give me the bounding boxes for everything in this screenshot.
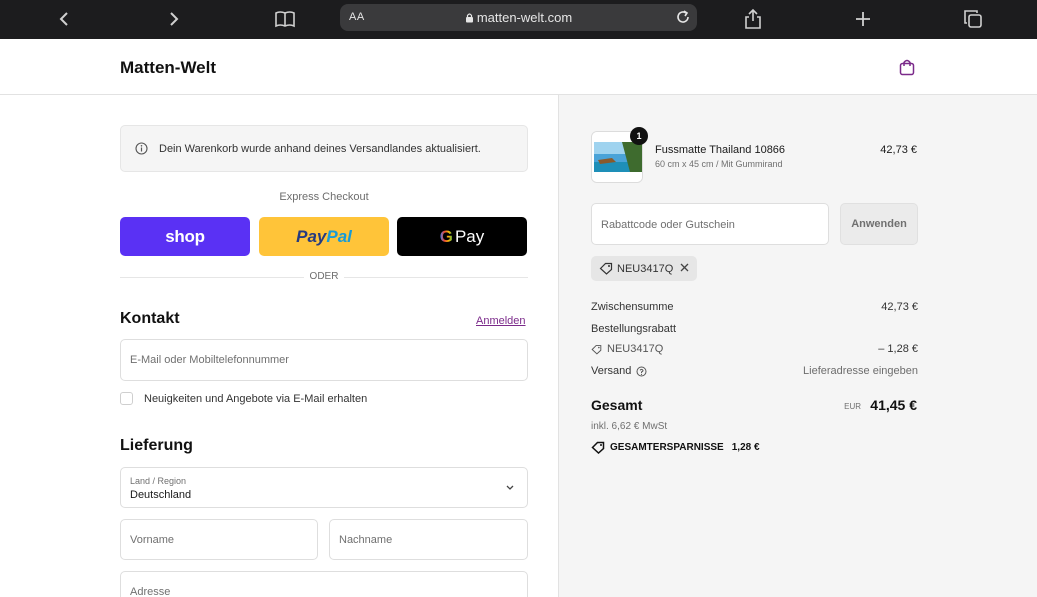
cart-updated-notice: Dein Warenkorb wurde anhand deines Versa… bbox=[120, 125, 528, 172]
savings-value: 1,28 € bbox=[731, 442, 760, 453]
forward-icon[interactable] bbox=[161, 7, 187, 31]
google-pay-label: Pay bbox=[454, 226, 485, 246]
help-icon[interactable] bbox=[636, 366, 647, 377]
applied-discount-code: NEU3417Q bbox=[617, 263, 674, 275]
shop-pay-label: shop bbox=[165, 226, 205, 246]
lock-icon bbox=[465, 13, 473, 23]
remove-discount-icon[interactable] bbox=[679, 262, 690, 276]
browser-toolbar: AA matten-welt.com bbox=[0, 0, 1037, 39]
total-value: 41,45 € bbox=[870, 397, 917, 413]
address-bar[interactable]: AA matten-welt.com bbox=[340, 4, 697, 31]
last-name-placeholder: Nachname bbox=[339, 534, 393, 546]
shop-pay-button[interactable]: shop bbox=[120, 217, 250, 256]
notice-text: Dein Warenkorb wurde anhand deines Versa… bbox=[159, 143, 481, 155]
tag-icon bbox=[599, 262, 613, 278]
product-variant: 60 cm x 45 cm / Mit Gummirand bbox=[655, 159, 783, 169]
new-tab-icon[interactable] bbox=[850, 7, 876, 31]
country-select[interactable]: Land / Region Deutschland bbox=[120, 467, 528, 508]
total-currency: EUR bbox=[844, 402, 861, 411]
apply-discount-button[interactable]: Anwenden bbox=[840, 203, 918, 245]
google-g-icon: G bbox=[439, 226, 453, 246]
bookmarks-icon[interactable] bbox=[272, 7, 298, 31]
back-icon[interactable] bbox=[51, 7, 77, 31]
newsletter-label: Neuigkeiten und Angebote via E-Mail erha… bbox=[144, 393, 368, 405]
info-icon bbox=[135, 142, 148, 158]
savings-tag-icon bbox=[591, 441, 605, 454]
google-pay-button[interactable]: G Pay bbox=[397, 217, 527, 256]
country-label: Land / Region bbox=[130, 476, 187, 486]
url-display[interactable]: matten-welt.com bbox=[340, 10, 697, 25]
order-discount-value: – 1,28 € bbox=[878, 343, 918, 355]
tabs-overview-icon[interactable] bbox=[960, 7, 986, 31]
checkout-form: Dein Warenkorb wurde anhand deines Versa… bbox=[0, 95, 558, 597]
shipping-label-group: Versand bbox=[591, 365, 647, 377]
reload-icon[interactable] bbox=[675, 9, 691, 28]
subtotal-label: Zwischensumme bbox=[591, 301, 674, 313]
url-text: matten-welt.com bbox=[476, 10, 573, 25]
express-checkout-title: Express Checkout bbox=[279, 191, 369, 203]
email-field[interactable]: E-Mail oder Mobiltelefonnummer bbox=[120, 339, 528, 381]
discount-code-placeholder: Rabattcode oder Gutschein bbox=[601, 219, 735, 231]
address-placeholder: Adresse bbox=[130, 586, 171, 597]
last-name-field[interactable]: Nachname bbox=[329, 519, 528, 560]
newsletter-checkbox[interactable] bbox=[120, 392, 133, 405]
paypal-label-pay: Pay bbox=[296, 226, 327, 246]
paypal-button[interactable]: Pay Pal bbox=[259, 217, 389, 256]
store-header: Matten-Welt bbox=[0, 39, 1037, 95]
share-icon[interactable] bbox=[740, 7, 766, 31]
tag-icon bbox=[591, 344, 602, 354]
applied-discount-tag: NEU3417Q bbox=[591, 256, 697, 281]
first-name-placeholder: Vorname bbox=[130, 534, 175, 546]
discount-code-input[interactable]: Rabattcode oder Gutschein bbox=[591, 203, 829, 245]
tax-note: inkl. 6,62 € MwSt bbox=[591, 421, 668, 432]
savings-label: GESAMTERSPARNISSE bbox=[610, 442, 724, 453]
address-field[interactable]: Adresse bbox=[120, 571, 528, 597]
country-value: Deutschland bbox=[130, 489, 192, 501]
or-divider-label: ODER bbox=[304, 271, 344, 282]
product-name: Fussmatte Thailand 10866 bbox=[655, 144, 786, 156]
subtotal-value: 42,73 € bbox=[881, 301, 918, 313]
paypal-label-pal: Pal bbox=[326, 226, 352, 246]
email-placeholder: E-Mail oder Mobiltelefonnummer bbox=[130, 354, 289, 366]
shipping-value: Lieferadresse eingeben bbox=[803, 365, 918, 377]
chevron-down-icon bbox=[505, 483, 515, 495]
order-summary: 1 Fussmatte Thailand 10866 60 cm x 45 cm… bbox=[558, 95, 1037, 597]
delivery-heading: Lieferung bbox=[120, 437, 193, 454]
order-discount-code-text: NEU3417Q bbox=[607, 343, 664, 355]
order-discount-code: NEU3417Q bbox=[591, 343, 663, 355]
store-logo[interactable]: Matten-Welt bbox=[120, 58, 216, 78]
login-link[interactable]: Anmelden bbox=[476, 315, 526, 327]
first-name-field[interactable]: Vorname bbox=[120, 519, 318, 560]
order-discount-label: Bestellungsrabatt bbox=[591, 323, 676, 335]
shopping-bag-icon[interactable] bbox=[898, 58, 916, 81]
contact-heading: Kontakt bbox=[120, 310, 180, 327]
product-price: 42,73 € bbox=[880, 144, 917, 156]
total-label: Gesamt bbox=[591, 397, 643, 413]
quantity-badge: 1 bbox=[630, 127, 648, 145]
shipping-label: Versand bbox=[591, 365, 632, 377]
total-savings: GESAMTERSPARNISSE 1,28 € bbox=[591, 441, 760, 454]
